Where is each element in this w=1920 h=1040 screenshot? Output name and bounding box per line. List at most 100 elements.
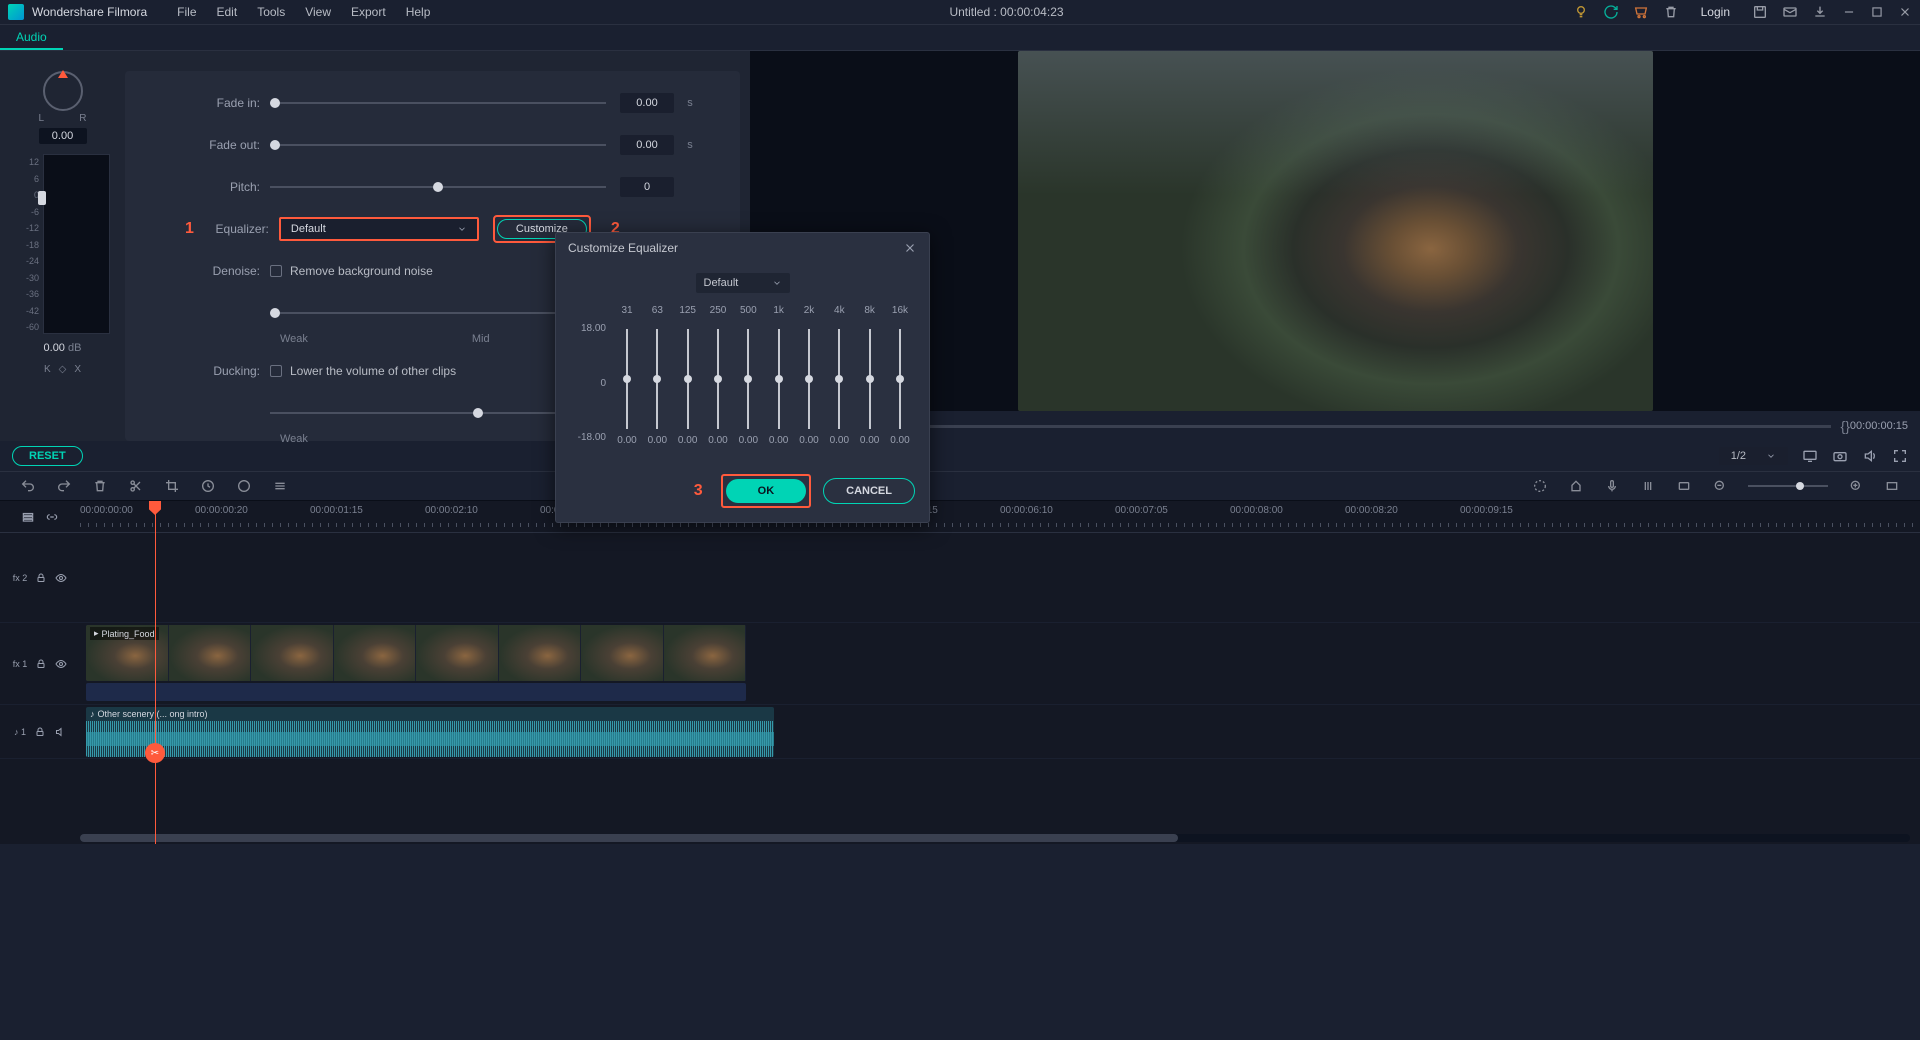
eq-slider[interactable]: [747, 329, 749, 429]
zoom-in-icon[interactable]: [1848, 478, 1864, 494]
volume-icon[interactable]: [1862, 448, 1878, 464]
eq-slider[interactable]: [656, 329, 658, 429]
pitch-slider[interactable]: [270, 186, 606, 188]
zoom-out-icon[interactable]: [1712, 478, 1728, 494]
reset-button[interactable]: RESET: [12, 446, 83, 466]
audio-mixer-icon[interactable]: [1640, 478, 1656, 494]
mail-icon[interactable]: [1782, 4, 1798, 20]
marker-icon[interactable]: [1568, 478, 1584, 494]
ok-button[interactable]: OK: [726, 479, 807, 503]
eq-band-value: 0.00: [824, 435, 854, 446]
menu-tools[interactable]: Tools: [247, 5, 295, 19]
save-icon[interactable]: [1752, 4, 1768, 20]
freeze-icon[interactable]: [236, 478, 252, 494]
eq-freq-label: 125: [673, 305, 703, 323]
scissors-icon[interactable]: ✂: [145, 743, 165, 763]
zoom-fit-icon[interactable]: [1884, 478, 1900, 494]
login-link[interactable]: Login: [1693, 5, 1738, 19]
delete-icon[interactable]: [92, 478, 108, 494]
tab-audio[interactable]: Audio: [0, 26, 63, 50]
eq-slider[interactable]: [808, 329, 810, 429]
track-audio[interactable]: ♪ Other scenery (... ong intro): [80, 705, 1920, 759]
ducking-checkbox[interactable]: [270, 365, 282, 377]
timeline-hscroll[interactable]: [80, 834, 1910, 842]
keyframe-icon[interactable]: [1676, 478, 1692, 494]
track-fx2[interactable]: [80, 533, 1920, 623]
kf-prev[interactable]: K: [44, 364, 51, 375]
db-fader[interactable]: [43, 154, 110, 334]
redo-icon[interactable]: [56, 478, 72, 494]
video-clip-audio[interactable]: [86, 683, 746, 701]
db-fader-handle[interactable]: [38, 191, 46, 205]
eq-slider[interactable]: [838, 329, 840, 429]
lock-icon[interactable]: [35, 658, 47, 670]
eq-slider[interactable]: [869, 329, 871, 429]
split-icon[interactable]: [128, 478, 144, 494]
tabs-row: Audio: [0, 25, 1920, 51]
eq-freq-label: 31: [612, 305, 642, 323]
close-icon[interactable]: [903, 241, 917, 255]
eq-slider[interactable]: [899, 329, 901, 429]
download-icon[interactable]: [1812, 4, 1828, 20]
eq-slider[interactable]: [687, 329, 689, 429]
lock-icon[interactable]: [34, 726, 46, 738]
undo-icon[interactable]: [20, 478, 36, 494]
timeline: 00:00:00:00 00:00:00:20 00:00:01:15 00:0…: [0, 501, 1920, 844]
track-video[interactable]: ▸ Plating_Food: [80, 623, 1920, 705]
fullscreen-icon[interactable]: [1892, 448, 1908, 464]
modal-title: Customize Equalizer: [568, 241, 678, 255]
refresh-icon[interactable]: [1603, 4, 1619, 20]
mute-icon[interactable]: [54, 726, 66, 738]
preview-video[interactable]: [1018, 51, 1653, 411]
adjust-icon[interactable]: [272, 478, 288, 494]
fade-out-value[interactable]: 0.00: [620, 135, 674, 155]
menu-export[interactable]: Export: [341, 5, 396, 19]
menu-file[interactable]: File: [167, 5, 206, 19]
equalizer-select[interactable]: Default: [279, 217, 479, 241]
audio-clip[interactable]: ♪ Other scenery (... ong intro): [86, 707, 774, 757]
preview-scrubber[interactable]: [772, 425, 1831, 428]
fade-in-value[interactable]: 0.00: [620, 93, 674, 113]
track-fx2-label: fx 2: [13, 573, 28, 583]
denoise-checkbox[interactable]: [270, 265, 282, 277]
snapshot-icon[interactable]: [1832, 448, 1848, 464]
minimize-icon[interactable]: [1842, 5, 1856, 19]
fade-in-slider[interactable]: [270, 102, 606, 104]
trash-icon[interactable]: [1663, 4, 1679, 20]
eye-icon[interactable]: [55, 658, 67, 670]
kf-add[interactable]: ◇: [59, 364, 67, 375]
audio-clip-label: ♪ Other scenery (... ong intro): [90, 709, 208, 719]
cancel-button[interactable]: CANCEL: [823, 478, 915, 504]
zoom-slider[interactable]: [1748, 485, 1828, 487]
voiceover-icon[interactable]: [1604, 478, 1620, 494]
lock-icon[interactable]: [35, 572, 47, 584]
kf-next[interactable]: X: [74, 364, 81, 375]
lightbulb-icon[interactable]: [1573, 4, 1589, 20]
crop-icon[interactable]: [164, 478, 180, 494]
tracks-settings-icon[interactable]: [21, 510, 35, 524]
link-icon[interactable]: [45, 510, 59, 524]
timeline-ruler[interactable]: 00:00:00:00 00:00:00:20 00:00:01:15 00:0…: [80, 501, 1920, 533]
monitor-icon[interactable]: [1802, 448, 1818, 464]
pan-knob[interactable]: [43, 71, 83, 111]
close-icon[interactable]: [1898, 5, 1912, 19]
eq-slider[interactable]: [717, 329, 719, 429]
playback-speed-select[interactable]: 1/2: [1719, 447, 1788, 465]
tracks-area[interactable]: ▸ Plating_Food ♪ Other scenery (... ong …: [80, 533, 1920, 759]
eye-icon[interactable]: [55, 572, 67, 584]
fade-out-slider[interactable]: [270, 144, 606, 146]
menu-view[interactable]: View: [295, 5, 341, 19]
speed-icon[interactable]: [200, 478, 216, 494]
render-icon[interactable]: [1532, 478, 1548, 494]
menu-edit[interactable]: Edit: [207, 5, 248, 19]
maximize-icon[interactable]: [1870, 5, 1884, 19]
meter-column: LR 0.00 1260-6 -12-18-24-30 -36-42-60 0.…: [0, 71, 125, 441]
cart-icon[interactable]: [1633, 4, 1649, 20]
playhead[interactable]: ✂: [155, 501, 156, 844]
pitch-value[interactable]: 0: [620, 177, 674, 197]
video-clip[interactable]: ▸ Plating_Food: [86, 625, 746, 681]
eq-preset-select[interactable]: Default: [696, 273, 790, 293]
eq-slider[interactable]: [778, 329, 780, 429]
menu-help[interactable]: Help: [396, 5, 441, 19]
eq-slider[interactable]: [626, 329, 628, 429]
